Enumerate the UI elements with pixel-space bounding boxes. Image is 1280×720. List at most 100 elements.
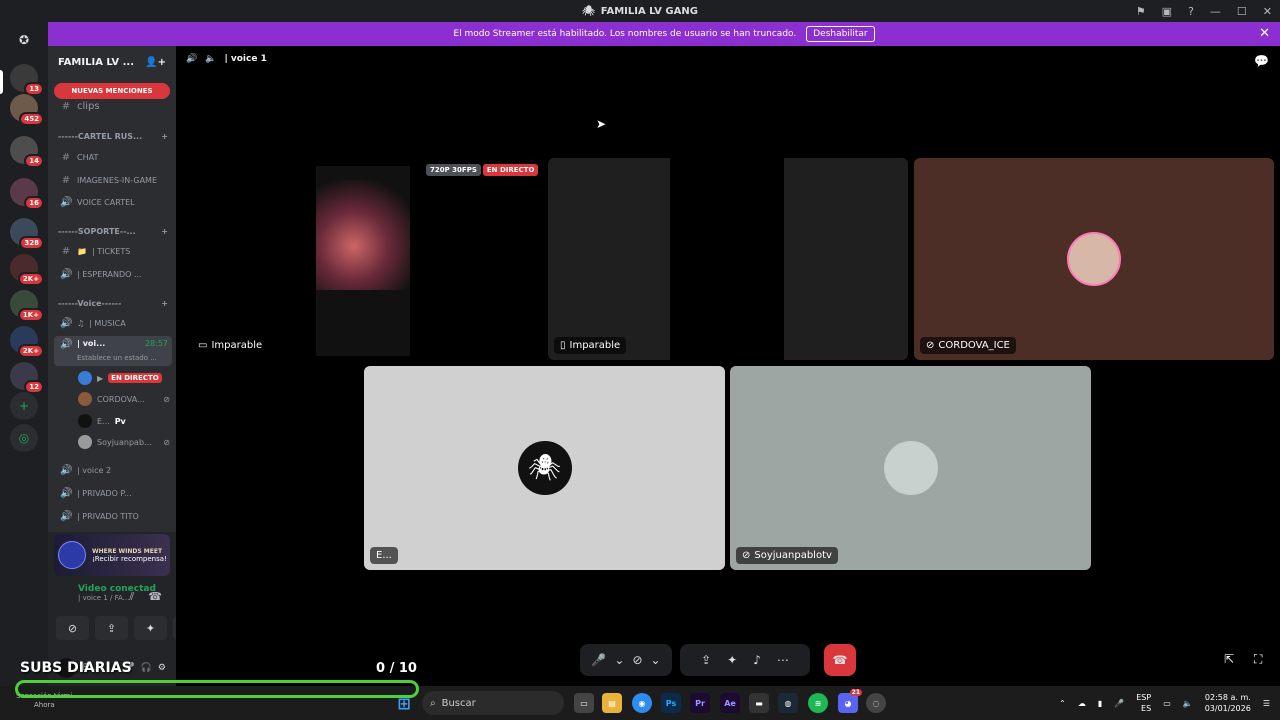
active-pill <box>0 70 3 94</box>
channel-privado[interactable]: 🔊 | PRIVADO P... <box>54 483 172 503</box>
tile-name: Soyjuanpablotv <box>754 550 832 561</box>
server-folder-icon[interactable]: 328 <box>10 218 44 250</box>
user-tile[interactable]: ⊘ CORDOVA_ICE <box>914 158 1274 360</box>
camera-off-button[interactable]: ⊘ <box>56 616 89 640</box>
guild-header[interactable]: FAMILIA LV ... 👤+ <box>48 46 176 78</box>
spotify-icon[interactable]: ≋ <box>808 693 828 713</box>
volume-icon[interactable]: 🔈 <box>1183 699 1193 708</box>
avatar <box>78 371 92 385</box>
fullscreen-icon[interactable]: ⛶ <box>1254 652 1262 667</box>
plus-icon[interactable]: + <box>161 132 168 141</box>
flag-icon[interactable]: ⚑ <box>1136 5 1146 18</box>
minimize-button[interactable]: — <box>1210 5 1221 18</box>
activities-button[interactable]: ✦ <box>134 616 167 640</box>
stream-tile[interactable]: 720P 30FPS EN DIRECTO ▭ Imparable <box>186 158 544 360</box>
chevron-up-icon[interactable]: ⌃ <box>1059 699 1066 708</box>
category-voice[interactable]: ------Voice------ + <box>58 299 168 308</box>
channel-voice2[interactable]: 🔊 | voice 2 <box>54 460 172 480</box>
weather-icon[interactable]: ☁ <box>1078 699 1086 708</box>
screen-share-button[interactable]: ⇪ <box>95 616 128 640</box>
chevron-down-icon[interactable]: ⌄ <box>614 653 624 667</box>
phone-icon: ▯ <box>560 340 566 351</box>
camera-off-icon[interactable]: ⊘ <box>632 653 642 667</box>
headset-icon[interactable]: 🎧 <box>141 663 152 673</box>
photoshop-icon[interactable]: Ps <box>661 693 681 713</box>
chevron-down-icon[interactable]: ⌄ <box>651 653 661 667</box>
channel-status[interactable]: Establece un estado ... <box>77 354 157 362</box>
server-icon[interactable]: 452 <box>10 94 44 126</box>
close-icon[interactable]: ✕ <box>1259 26 1270 41</box>
server-folder-icon[interactable]: 16 <box>10 178 44 210</box>
after-effects-icon[interactable]: Ae <box>720 693 740 713</box>
channel-privado-tito[interactable]: 🔊 | PRIVADO TITO <box>54 506 172 526</box>
channel-voice-cartel[interactable]: 🔊 VOICE CARTEL <box>54 192 172 212</box>
steam-icon[interactable]: ◍ <box>778 693 798 713</box>
battery-icon[interactable]: ▮ <box>1098 699 1102 708</box>
voice-member[interactable]: Soyjuanpab... ⊘ <box>78 433 170 451</box>
user-tile[interactable]: ⊘ Soyjuanpablotv <box>730 366 1091 570</box>
call-stage <box>176 46 1280 686</box>
voice-member[interactable]: CORDOVA... ⊘ <box>78 390 170 408</box>
clock[interactable]: 02:58 a. m. 03/01/2026 <box>1205 692 1251 714</box>
taskbar-search[interactable]: ⌕ Buscar <box>422 691 564 715</box>
display-icon[interactable]: ▭ <box>1163 699 1171 708</box>
plus-icon[interactable]: + <box>161 299 168 308</box>
explore-icon[interactable]: ◎ <box>10 424 38 452</box>
discord-home-icon[interactable]: ✪ <box>10 26 38 54</box>
channel-chat[interactable]: # CHAT <box>54 147 172 167</box>
category-soporte[interactable]: ------SOPORTE--... + <box>58 227 168 236</box>
channel-clips[interactable]: # clips <box>54 96 172 116</box>
screen-share-icon[interactable]: ⇪ <box>701 653 711 667</box>
activities-icon[interactable]: ✦ <box>727 653 737 667</box>
video-tile[interactable]: ▯ Imparable <box>548 158 908 360</box>
add-member-icon[interactable]: 👤+ <box>145 57 166 68</box>
chat-icon[interactable]: 💬 <box>1254 54 1269 68</box>
subs-label: SUBS DIARIAS <box>20 660 132 676</box>
category-cartel[interactable]: ------CARTEL RUS... + <box>58 132 168 141</box>
promo-card[interactable]: WHERE WINDS MEET ¡Recibir recompensa! <box>54 534 170 576</box>
chrome-icon[interactable]: ◉ <box>632 693 652 713</box>
plus-icon[interactable]: + <box>161 227 168 236</box>
disconnect-icon[interactable]: ☎ <box>148 590 162 604</box>
help-icon[interactable]: ? <box>1188 5 1194 18</box>
server-folder-icon[interactable]: 14 <box>10 136 44 168</box>
voice-member[interactable]: ▶ EN DIRECTO <box>78 369 170 387</box>
close-button[interactable]: ✕ <box>1263 5 1272 18</box>
mic-icon[interactable]: 🎤 <box>591 653 606 667</box>
discord-icon[interactable]: ◕ 21 <box>838 689 862 713</box>
screen-icon[interactable]: ▣ <box>1162 5 1172 18</box>
popout-icon[interactable]: ⇱ <box>1224 652 1234 666</box>
channel-label: | ESPERANDO ... <box>77 269 142 279</box>
channel-imagenes[interactable]: # IMAGENES-IN-GAME <box>54 170 172 190</box>
server-icon[interactable]: 13 <box>10 64 44 96</box>
disable-streamer-button[interactable]: Deshabilitar <box>806 26 875 42</box>
muted-icon: ⊘ <box>163 394 170 404</box>
server-folder-icon[interactable]: 2K+ <box>10 254 44 286</box>
disconnect-button[interactable]: ☎ <box>824 644 856 676</box>
channel-esperando[interactable]: 🔊 | ESPERANDO ... <box>54 264 172 284</box>
mic-icon[interactable]: 🎤 <box>1114 699 1124 708</box>
channel-musica[interactable]: 🔊 ♫ | MUSICA <box>54 313 172 333</box>
add-server-icon[interactable]: + <box>10 392 38 420</box>
premiere-icon[interactable]: Pr <box>690 693 710 713</box>
user-tile[interactable]: 🕷 E... <box>364 366 725 570</box>
task-view-icon[interactable]: ▭ <box>574 693 594 713</box>
gear-icon[interactable]: ⚙ <box>158 663 166 673</box>
server-folder-icon[interactable]: 1K+ <box>10 290 44 322</box>
cursor-icon: ➤ <box>596 117 607 131</box>
more-icon[interactable]: ⋯ <box>777 653 789 667</box>
maximize-button[interactable]: ☐ <box>1237 5 1247 18</box>
notifications-icon[interactable]: ☰ <box>1263 699 1270 708</box>
language-indicator[interactable]: ESP ES <box>1136 692 1151 714</box>
screen-icon: ▭ <box>198 340 208 351</box>
noise-icon[interactable]: ⫽ <box>129 590 134 604</box>
file-explorer-icon[interactable]: ▤ <box>602 693 622 713</box>
soundboard-icon[interactable]: ♪ <box>753 653 761 667</box>
server-folder-icon[interactable]: 12 <box>10 362 44 394</box>
app-icon[interactable]: ◌ <box>866 693 886 713</box>
speaker-icon: 🔊 <box>60 487 73 499</box>
server-folder-icon[interactable]: 2K+ <box>10 326 44 358</box>
app-icon[interactable]: ▬ <box>749 693 769 713</box>
voice-member[interactable]: E... Pv <box>78 412 170 430</box>
channel-tickets[interactable]: # 📁 | TICKETS <box>54 241 172 261</box>
